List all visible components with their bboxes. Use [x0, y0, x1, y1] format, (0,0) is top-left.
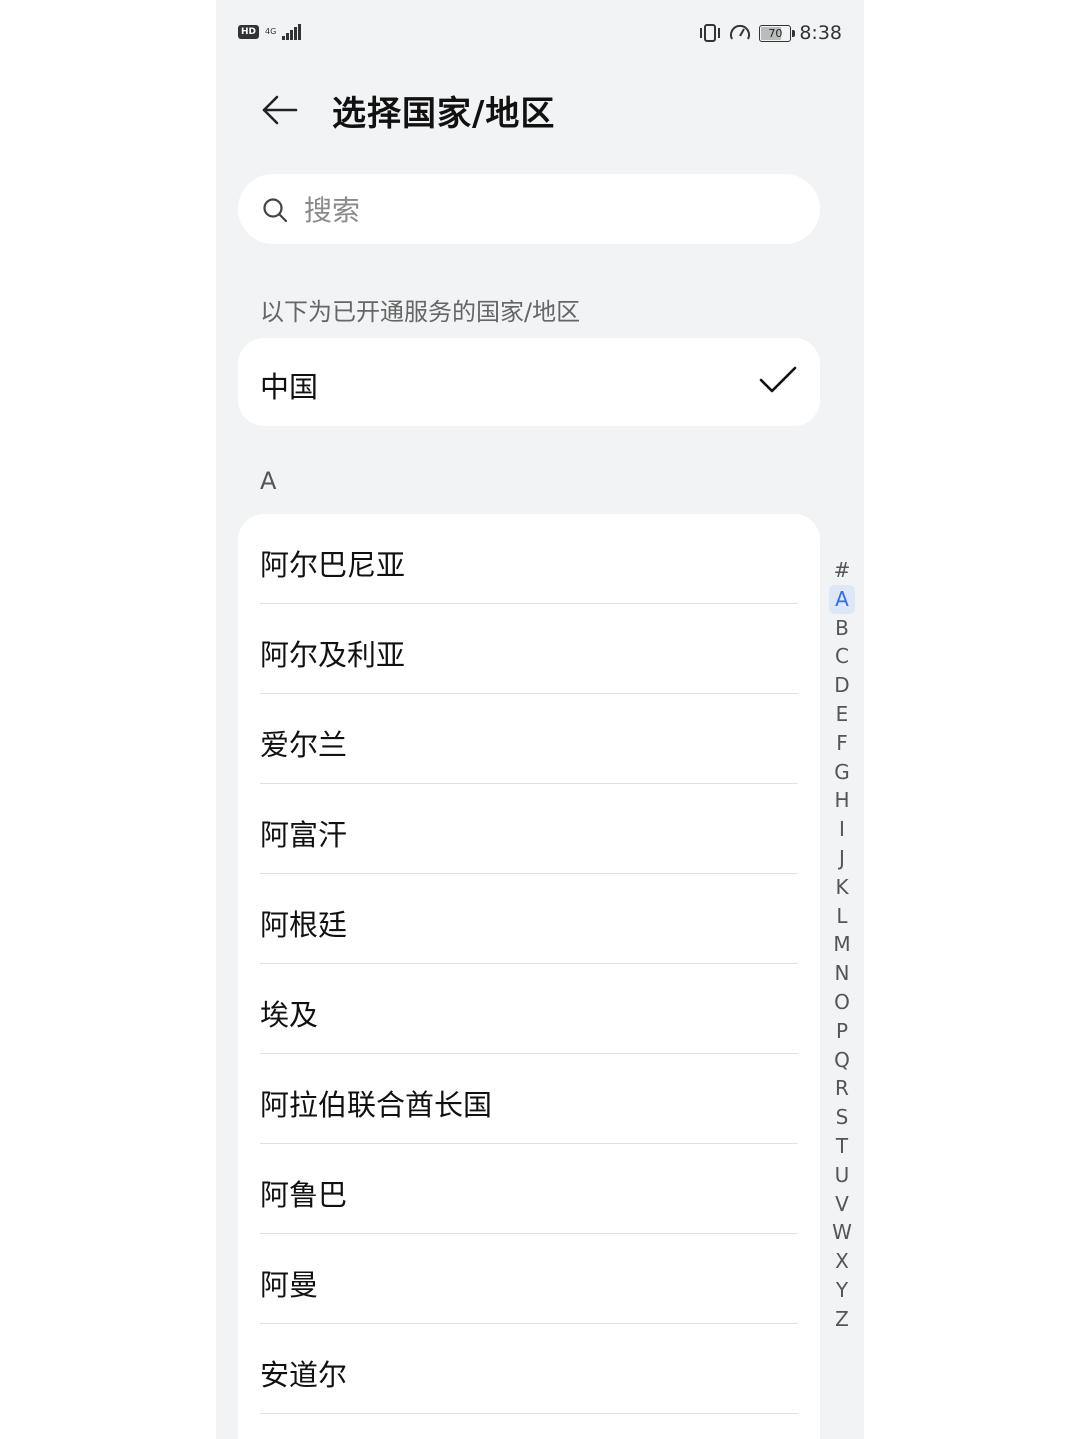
- country-list-item[interactable]: 阿根廷: [238, 874, 820, 964]
- status-left: HD 4G: [238, 24, 301, 40]
- status-time: 8:38: [799, 22, 842, 44]
- index-letter[interactable]: #: [829, 556, 855, 585]
- index-letter[interactable]: C: [829, 642, 855, 671]
- country-name: 阿拉伯联合酋长国: [260, 1088, 493, 1122]
- hd-badge: HD: [238, 25, 260, 39]
- country-name: 阿根廷: [260, 908, 348, 942]
- index-letter[interactable]: Z: [829, 1305, 855, 1334]
- index-letter[interactable]: S: [829, 1103, 855, 1132]
- checkmark-icon: [759, 366, 797, 393]
- country-name: 埃及: [260, 998, 319, 1032]
- app-header: 选择国家/地区: [216, 80, 864, 140]
- index-letter[interactable]: J: [829, 844, 855, 873]
- section-letter-header: A: [260, 467, 277, 495]
- index-letter[interactable]: P: [829, 1017, 855, 1046]
- index-letter[interactable]: B: [829, 614, 855, 643]
- search-input[interactable]: [302, 174, 786, 246]
- index-letter[interactable]: U: [829, 1161, 855, 1190]
- country-list-item[interactable]: 阿鲁巴: [238, 1144, 820, 1234]
- index-letter[interactable]: M: [829, 930, 855, 959]
- index-letter[interactable]: V: [829, 1190, 855, 1219]
- index-letter[interactable]: H: [829, 786, 855, 815]
- country-name: 阿尔巴尼亚: [260, 548, 406, 582]
- vibrate-icon: [700, 24, 721, 42]
- country-list-item[interactable]: 阿尔及利亚: [238, 604, 820, 694]
- index-letter[interactable]: G: [829, 758, 855, 787]
- index-letter[interactable]: Q: [829, 1046, 855, 1075]
- country-name: 安道尔: [260, 1358, 348, 1392]
- network-type: 4G: [265, 27, 277, 36]
- index-letter[interactable]: R: [829, 1074, 855, 1103]
- index-letter[interactable]: O: [829, 988, 855, 1017]
- country-list-item[interactable]: 埃及: [238, 964, 820, 1054]
- index-letter[interactable]: I: [829, 815, 855, 844]
- phone-screen: HD 4G 70 8:38 选择国家/地区 搜索 以下为已开通服务的国家/地区 …: [216, 0, 864, 1439]
- country-name: 爱尔兰: [260, 728, 348, 762]
- data-speed-icon: [730, 24, 751, 40]
- country-list-item[interactable]: 爱尔兰: [238, 694, 820, 784]
- index-letter[interactable]: T: [829, 1132, 855, 1161]
- arrow-left-icon[interactable]: [258, 88, 302, 132]
- country-name: 阿曼: [260, 1268, 319, 1302]
- status-right: 70 8:38: [699, 22, 842, 44]
- index-letter[interactable]: A: [829, 584, 855, 614]
- country-list-item[interactable]: 阿富汗: [238, 784, 820, 874]
- country-name: 阿鲁巴: [260, 1178, 348, 1212]
- index-letter[interactable]: F: [829, 729, 855, 758]
- country-list: 阿尔巴尼亚阿尔及利亚爱尔兰阿富汗阿根廷埃及阿拉伯联合酋长国 阿鲁巴阿曼安道尔: [238, 514, 820, 1439]
- search-icon: [263, 198, 288, 223]
- page-title: 选择国家/地区: [332, 94, 556, 134]
- battery-level-text: 70: [768, 26, 783, 40]
- selected-country-item[interactable]: 中国: [238, 338, 820, 426]
- battery-icon: 70: [759, 24, 796, 42]
- list-divider: [260, 1413, 798, 1414]
- index-letter[interactable]: X: [829, 1247, 855, 1276]
- index-letter[interactable]: N: [829, 959, 855, 988]
- index-letter[interactable]: E: [829, 700, 855, 729]
- service-note: 以下为已开通服务的国家/地区: [260, 298, 581, 326]
- index-letter[interactable]: L: [829, 902, 855, 931]
- selected-country-name: 中国: [260, 370, 319, 404]
- status-bar: HD 4G 70 8:38: [216, 20, 864, 52]
- search-bar[interactable]: [238, 174, 820, 246]
- alphabet-index[interactable]: # A B C D E F G H I J K L M N O P Q R S T U V W X Y Z: [828, 556, 856, 1334]
- index-letter[interactable]: K: [829, 873, 855, 902]
- country-list-item[interactable]: 阿尔巴尼亚: [238, 514, 820, 604]
- country-list-item[interactable]: 阿曼: [238, 1234, 820, 1324]
- index-letter[interactable]: D: [829, 671, 855, 700]
- country-list-item[interactable]: 阿拉伯联合酋长国: [238, 1054, 820, 1144]
- index-letter[interactable]: W: [829, 1218, 855, 1247]
- country-name: 阿富汗: [260, 818, 348, 852]
- country-name: 阿尔及利亚: [260, 638, 406, 672]
- index-letter[interactable]: Y: [829, 1276, 855, 1305]
- signal-icon: [282, 24, 301, 40]
- country-list-item[interactable]: 安道尔: [238, 1324, 820, 1414]
